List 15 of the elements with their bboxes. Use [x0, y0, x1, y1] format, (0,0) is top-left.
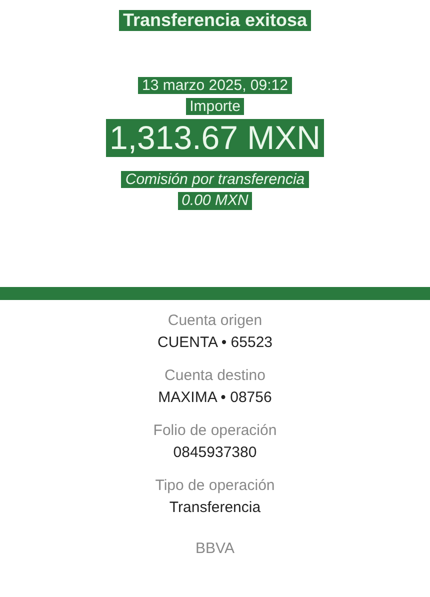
- fee-amount: 0.00 MXN: [178, 192, 252, 210]
- transfer-amount: 1,313.67 MXN: [106, 119, 324, 158]
- detail-value: MAXIMA • 08756: [158, 389, 272, 406]
- success-title: Transferencia exitosa: [118, 10, 312, 31]
- detail-label: Folio de operación: [153, 422, 277, 439]
- amount-label: Importe: [186, 98, 244, 116]
- detail-label: Cuenta destino: [164, 367, 266, 384]
- detail-value: Transferencia: [169, 499, 261, 516]
- detail-label: Tipo de operación: [155, 477, 275, 494]
- detail-value: 0845937380: [173, 444, 257, 461]
- fee-label: Comisión por transferencia: [121, 171, 309, 188]
- bank-name: BBVA: [196, 540, 234, 557]
- detail-label: Cuenta origen: [168, 312, 262, 329]
- transfer-date: 13 marzo 2025, 09:12: [138, 76, 292, 94]
- detail-value: CUENTA • 65523: [157, 334, 273, 351]
